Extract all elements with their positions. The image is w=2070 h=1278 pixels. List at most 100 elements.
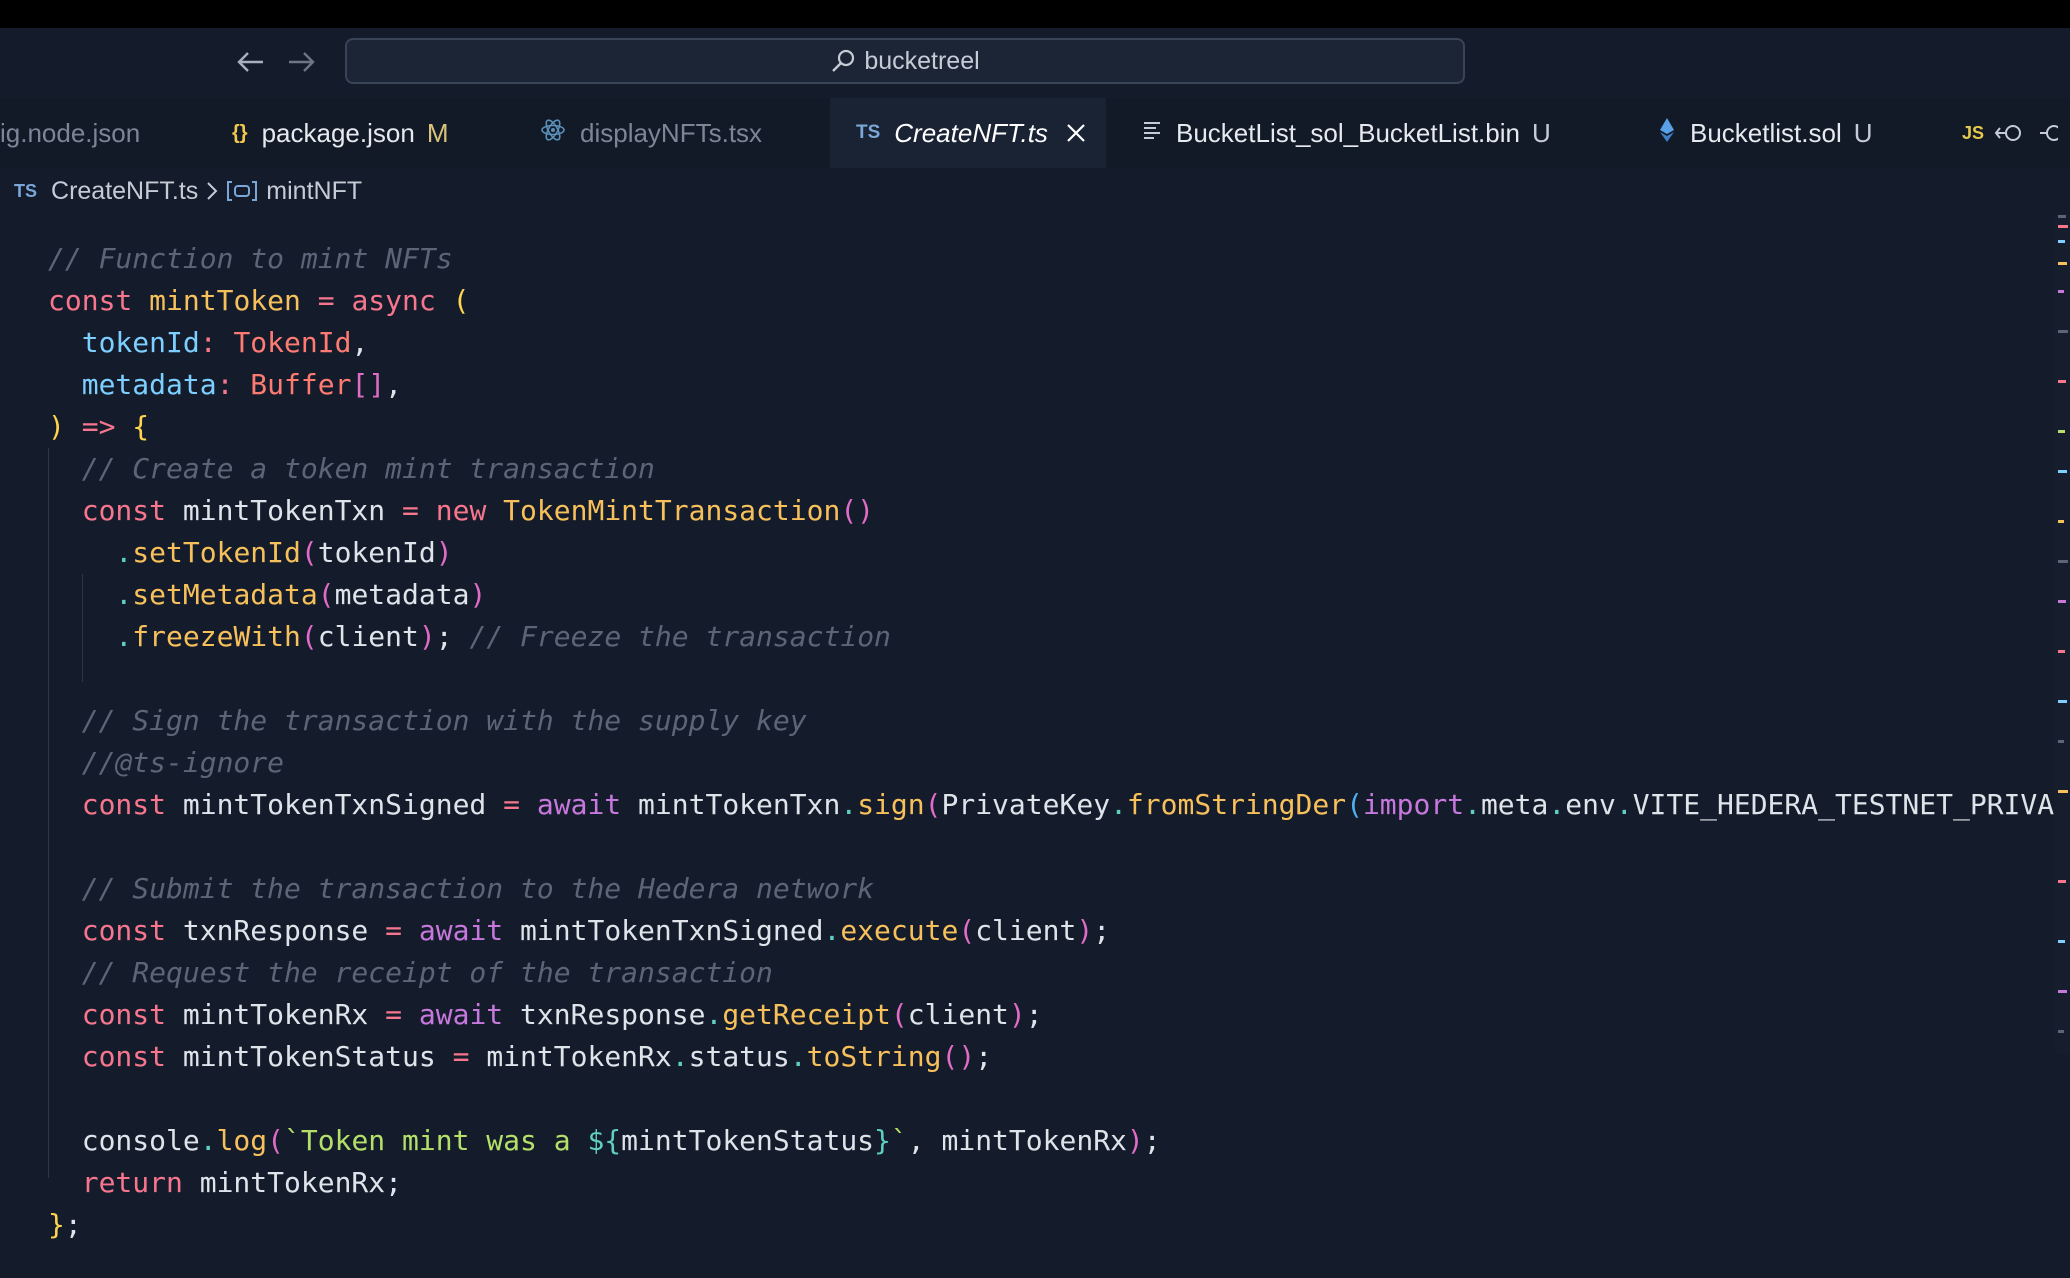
code-token: . xyxy=(48,578,133,611)
code-token: ( xyxy=(452,284,470,317)
modified-badge: M xyxy=(426,117,449,148)
code-token: ( xyxy=(890,998,908,1031)
close-tab-icon[interactable] xyxy=(1066,123,1086,143)
code-token: mintTokenRx xyxy=(199,1166,386,1199)
code-token: txnResponse xyxy=(520,998,706,1031)
breadcrumb-symbol[interactable]: mintNFT xyxy=(266,177,362,206)
code-token: { xyxy=(132,410,150,443)
code-token: ) xyxy=(48,410,65,443)
breadcrumb-file[interactable]: CreateNFT.ts xyxy=(51,177,198,206)
variable-symbol-icon xyxy=(226,180,258,202)
code-token: mintTokenTxn xyxy=(638,788,841,821)
untracked-badge: U xyxy=(1853,117,1873,148)
code-token: const xyxy=(48,914,183,947)
code-line[interactable] xyxy=(48,1078,2048,1120)
minimap-line xyxy=(2058,225,2068,228)
react-icon xyxy=(540,117,566,149)
code-token: metadata xyxy=(48,368,217,401)
tab-node-json[interactable]: ig.node.json xyxy=(0,98,210,168)
minimap-line xyxy=(2058,790,2068,793)
code-token: ; xyxy=(435,620,470,653)
code-line[interactable]: // Submit the transaction to the Hedera … xyxy=(48,868,2048,910)
more-actions-icon[interactable] xyxy=(2040,122,2059,144)
code-line[interactable]: // Request the receipt of the transactio… xyxy=(48,952,2048,994)
code-line[interactable]: const mintTokenRx = await txnResponse.ge… xyxy=(48,994,2048,1036)
code-token: // Request the receipt of the transactio… xyxy=(48,956,773,989)
code-token: client xyxy=(907,998,1009,1031)
code-token: toString xyxy=(806,1040,942,1073)
open-changes-icon[interactable] xyxy=(1994,122,2024,144)
javascript-icon: JS xyxy=(1962,122,1985,143)
forward-arrow-icon[interactable] xyxy=(284,46,320,78)
code-token: , xyxy=(385,368,403,401)
code-line[interactable] xyxy=(48,658,2048,700)
code-token: return xyxy=(48,1166,200,1199)
typescript-icon: TS xyxy=(856,122,881,143)
code-content[interactable]: // Function to mint NFTs const mintToken … xyxy=(48,238,2054,1246)
code-token: const xyxy=(48,494,183,527)
code-token: client xyxy=(975,914,1077,947)
code-line[interactable] xyxy=(48,826,2048,868)
code-token: `Token mint was a xyxy=(284,1124,588,1157)
tab-js-file[interactable]: JS xyxy=(1950,98,2070,168)
code-token: PrivateKey xyxy=(941,788,1111,821)
code-line[interactable]: .setMetadata(metadata) xyxy=(48,574,2048,616)
code-line[interactable]: const txnResponse = await mintTokenTxnSi… xyxy=(48,910,2048,952)
code-line[interactable]: console.log(`Token mint was a ${mintToke… xyxy=(48,1120,2048,1162)
code-token: txnResponse xyxy=(182,914,369,947)
code-line[interactable]: .freezeWith(client); // Freeze the trans… xyxy=(48,616,2048,658)
minimap-line xyxy=(2058,990,2067,993)
code-token: sign xyxy=(857,788,925,821)
code-line[interactable]: // Sign the transaction with the supply … xyxy=(48,700,2048,742)
code-token: ) xyxy=(1126,1124,1144,1157)
code-line[interactable]: ) => { xyxy=(48,406,2048,448)
code-line[interactable]: // Create a token mint transaction xyxy=(48,448,2048,490)
code-token: : xyxy=(216,368,251,401)
back-arrow-icon[interactable] xyxy=(232,46,268,78)
code-token: = xyxy=(300,284,352,317)
tab-createnft-ts[interactable]: TS CreateNFT.ts xyxy=(830,98,1106,168)
code-token: console xyxy=(48,1124,200,1157)
tab-displaynfts-tsx[interactable]: displayNFTs.tsx xyxy=(520,98,820,168)
minimap-line xyxy=(2058,290,2064,293)
code-editor[interactable]: // Function to mint NFTs const mintToken … xyxy=(0,214,2070,1278)
code-line[interactable]: tokenId: TokenId, xyxy=(48,322,2048,364)
minimap-line xyxy=(2058,940,2065,943)
code-token: () xyxy=(840,494,875,527)
minimap-line xyxy=(2058,560,2068,563)
code-token: ; xyxy=(975,1040,993,1073)
code-token: ; xyxy=(1093,914,1111,947)
code-token: ) xyxy=(418,620,436,653)
code-line[interactable]: // Function to mint NFTs xyxy=(48,238,2048,280)
tab-package-json[interactable]: {} package.json M xyxy=(210,98,510,168)
code-token: ) xyxy=(1008,998,1026,1031)
code-line[interactable]: return mintTokenRx; xyxy=(48,1162,2048,1204)
code-token: ( xyxy=(924,788,942,821)
minimap-line xyxy=(2058,650,2065,653)
code-line[interactable]: }; xyxy=(48,1204,2048,1246)
code-token: // Freeze the transaction xyxy=(469,620,891,653)
minimap-line xyxy=(2058,600,2066,603)
code-token: , xyxy=(351,326,369,359)
code-line[interactable]: const mintTokenTxn = new TokenMintTransa… xyxy=(48,490,2048,532)
editor-tab-bar: ig.node.json {} package.json M displayNF… xyxy=(0,98,2070,168)
code-token: . xyxy=(1110,788,1127,821)
code-line[interactable]: //@ts-ignore xyxy=(48,742,2048,784)
code-line[interactable]: const mintTokenStatus = mintTokenRx.stat… xyxy=(48,1036,2048,1078)
code-token: TokenId xyxy=(233,326,352,359)
code-token: ; xyxy=(1143,1124,1161,1157)
code-token: mintTokenRx xyxy=(182,998,369,1031)
tab-bucketlist-sol[interactable]: Bucketlist.sol U xyxy=(1640,98,1940,168)
tab-label: ig.node.json xyxy=(0,117,141,148)
minimap[interactable] xyxy=(2055,214,2070,1054)
code-line[interactable]: .setTokenId(tokenId) xyxy=(48,532,2048,574)
code-line[interactable]: const mintToken = async ( xyxy=(48,280,2048,322)
tab-bucketlist-bin[interactable]: BucketList_sol_BucketList.bin U xyxy=(1108,98,1628,168)
code-token: execute xyxy=(840,914,959,947)
command-center-search[interactable]: bucketreel xyxy=(345,38,1465,84)
code-line[interactable]: metadata: Buffer[], xyxy=(48,364,2048,406)
code-line[interactable]: const mintTokenTxnSigned = await mintTok… xyxy=(48,784,2054,826)
tab-label: BucketList_sol_BucketList.bin xyxy=(1176,117,1520,148)
tab-label: CreateNFT.ts xyxy=(894,117,1048,148)
code-token: client xyxy=(317,620,419,653)
